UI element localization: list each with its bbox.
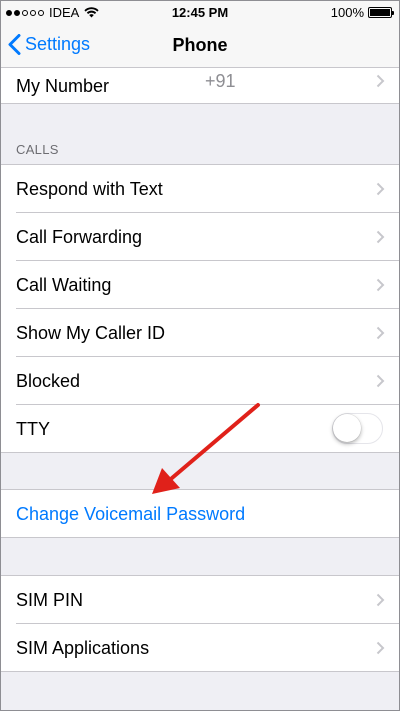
chevron-right-icon xyxy=(376,278,385,292)
call-waiting-row[interactable]: Call Waiting xyxy=(0,261,400,309)
battery-icon xyxy=(368,7,394,18)
respond-with-text-label: Respond with Text xyxy=(16,178,163,199)
chevron-right-icon xyxy=(376,374,385,388)
status-right: 100% xyxy=(330,5,394,20)
tty-row: TTY xyxy=(0,405,400,453)
my-number-value: +91 xyxy=(205,71,236,91)
change-voicemail-password-label: Change Voicemail Password xyxy=(16,503,246,524)
blocked-label: Blocked xyxy=(16,370,81,391)
sim-applications-row[interactable]: SIM Applications xyxy=(0,624,400,672)
battery-percentage: 100% xyxy=(330,5,364,20)
respond-with-text-row[interactable]: Respond with Text xyxy=(0,165,400,213)
chevron-right-icon xyxy=(376,641,385,655)
sim-group: SIM PIN SIM Applications xyxy=(0,576,400,672)
calls-section-header: CALLS xyxy=(16,142,59,157)
my-number-group: My Number +91 xyxy=(0,68,400,104)
chevron-right-icon xyxy=(376,74,385,88)
blocked-row[interactable]: Blocked xyxy=(0,357,400,405)
sim-pin-label: SIM PIN xyxy=(16,589,84,610)
calls-group: Respond with Text Call Forwarding Call W… xyxy=(0,165,400,453)
navigation-bar: Settings Phone xyxy=(0,24,400,68)
chevron-right-icon xyxy=(376,230,385,244)
change-voicemail-password-row[interactable]: Change Voicemail Password xyxy=(0,490,400,538)
call-forwarding-label: Call Forwarding xyxy=(16,226,143,247)
my-number-label: My Number xyxy=(16,75,110,96)
tty-toggle[interactable] xyxy=(332,413,383,444)
toggle-knob xyxy=(333,414,361,442)
call-forwarding-row[interactable]: Call Forwarding xyxy=(0,213,400,261)
page-title: Phone xyxy=(172,35,228,55)
status-bar: IDEA 12:45 PM 100% xyxy=(0,0,400,24)
show-caller-id-label: Show My Caller ID xyxy=(16,322,166,343)
sim-pin-row[interactable]: SIM PIN xyxy=(0,576,400,624)
tty-label: TTY xyxy=(16,418,50,439)
chevron-right-icon xyxy=(376,593,385,607)
chevron-right-icon xyxy=(376,326,385,340)
chevron-right-icon xyxy=(376,182,385,196)
call-waiting-label: Call Waiting xyxy=(16,274,112,295)
voicemail-group: Change Voicemail Password xyxy=(0,490,400,538)
my-number-row[interactable]: My Number +91 xyxy=(0,68,400,104)
sim-applications-label: SIM Applications xyxy=(16,637,150,658)
show-caller-id-row[interactable]: Show My Caller ID xyxy=(0,309,400,357)
